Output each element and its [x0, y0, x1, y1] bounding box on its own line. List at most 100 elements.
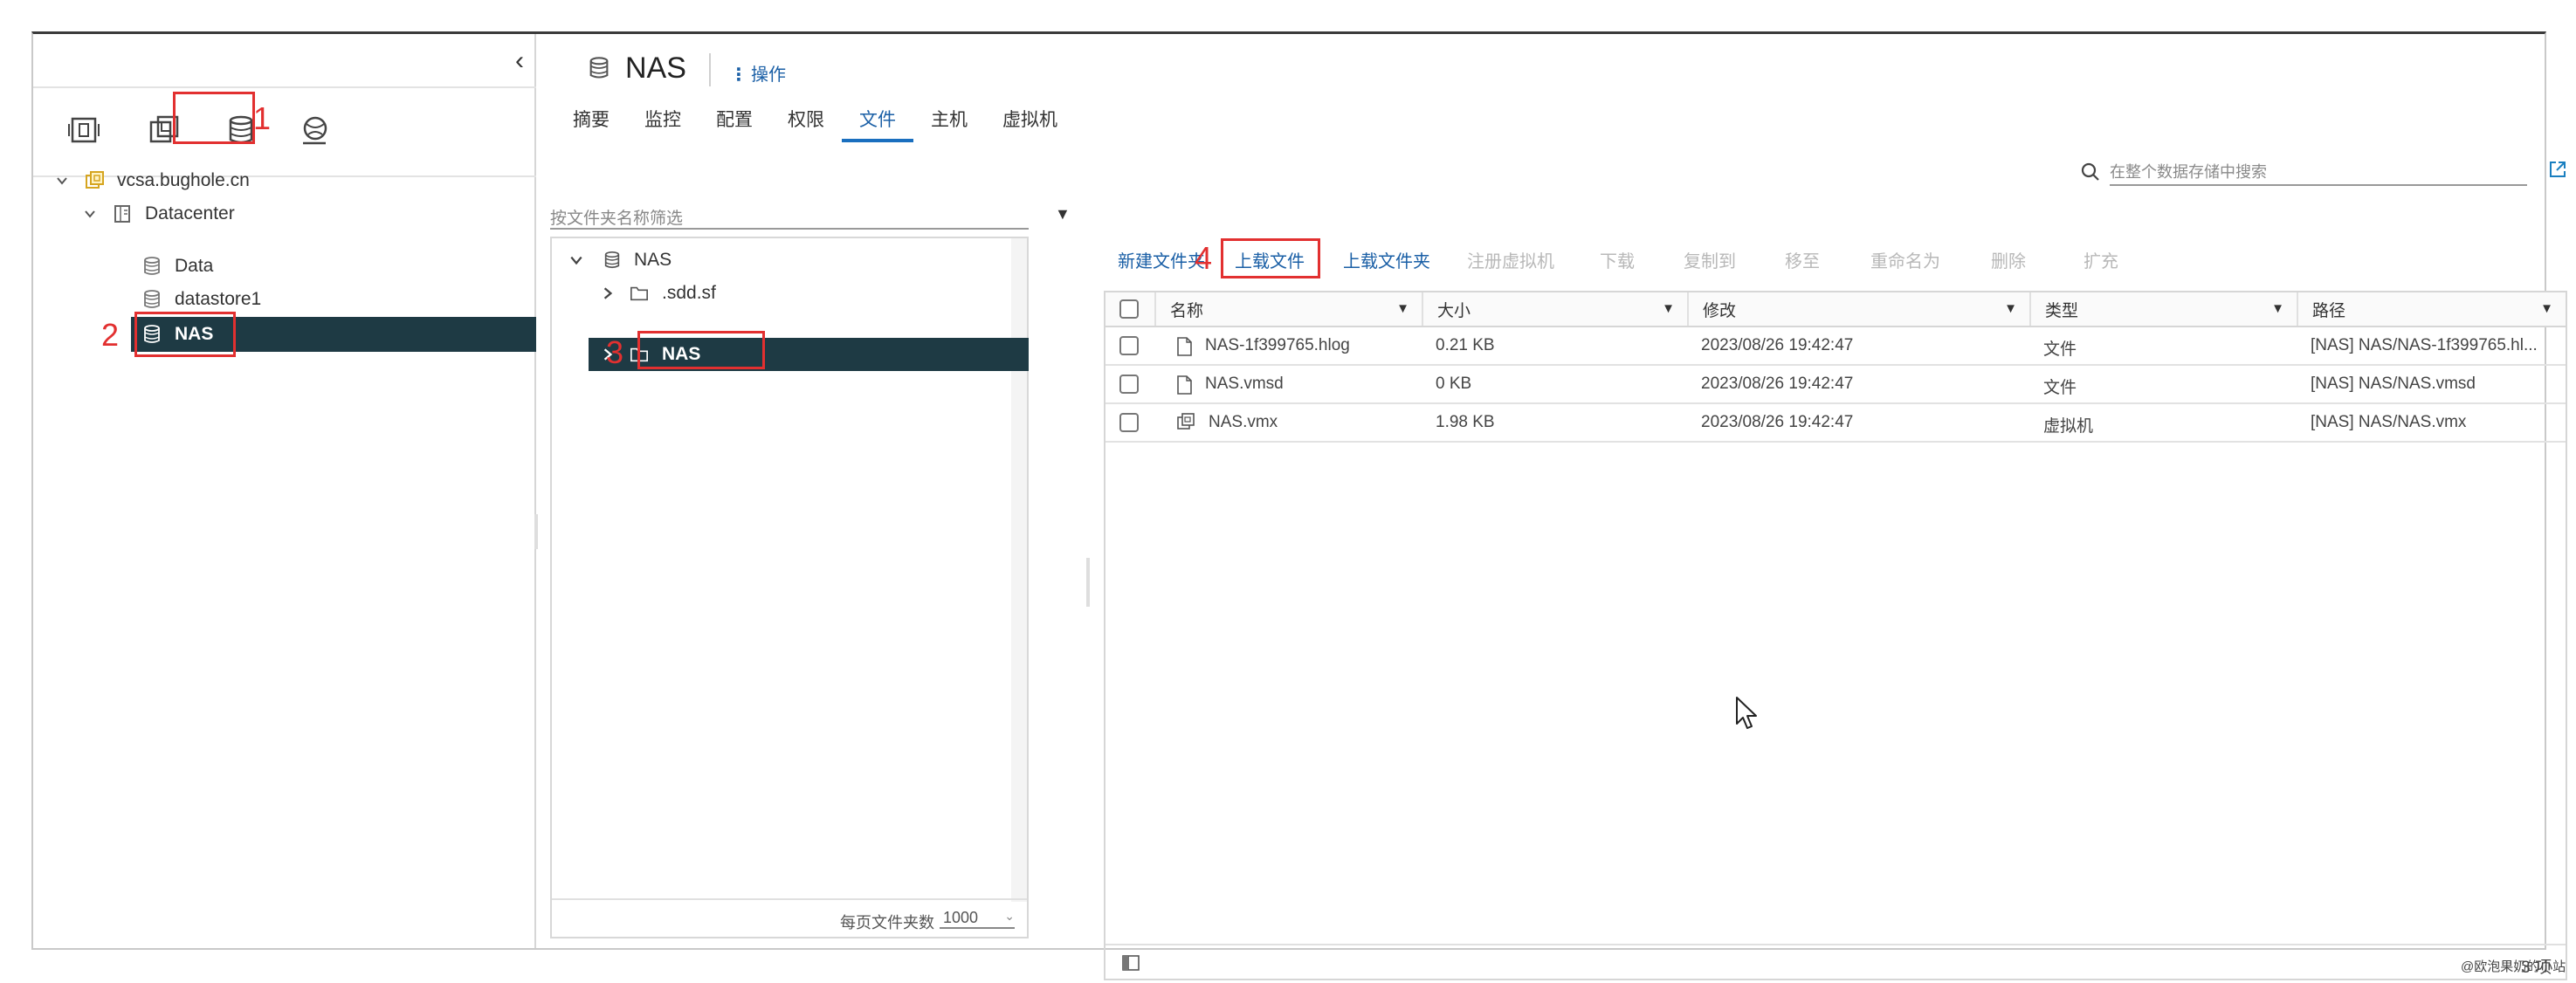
column-label: 名称	[1170, 301, 1204, 320]
vsphere-client-window: ‹ 1 vcsa.bughole.cn Datacenter Data data…	[31, 31, 2567, 980]
object-tabs: 摘要 监控 配置 权限 文件 主机 虚拟机	[555, 106, 1075, 142]
cell-name: NAS.vmx	[1209, 413, 1278, 431]
folder-node-root[interactable]: NAS	[569, 244, 672, 277]
copy-to-button[interactable]: 复制到	[1684, 247, 1736, 272]
tree-node-label: datastore1	[175, 289, 262, 309]
filter-icon[interactable]: ▼	[1396, 301, 1409, 316]
annotation-number-2: 2	[101, 317, 120, 353]
more-vertical-icon: ⋮	[730, 65, 747, 85]
table-row[interactable]: NAS.vmx 1.98 KB 2023/08/26 19:42:47 虚拟机 …	[1105, 404, 2566, 443]
cell-size: 0.21 KB	[1436, 336, 1495, 354]
column-header-path[interactable]: 路径 ▼	[2297, 292, 2566, 326]
tab-vms[interactable]: 虚拟机	[985, 106, 1075, 142]
folders-per-page-label: 每页文件夹数	[840, 914, 934, 931]
actions-label: 操作	[751, 65, 786, 85]
file-icon	[1175, 336, 1193, 361]
rename-button[interactable]: 重命名为	[1870, 247, 1940, 272]
folder-node-sdd-sf[interactable]: .sdd.sf	[601, 277, 716, 310]
filter-icon[interactable]: ▼	[1055, 205, 1071, 223]
row-checkbox[interactable]	[1119, 375, 1139, 394]
column-toggle-icon[interactable]	[1121, 954, 1140, 976]
mouse-cursor-icon	[1734, 696, 1759, 735]
inflate-button[interactable]: 扩充	[2084, 247, 2118, 272]
datastore-search-input[interactable]: 在整个数据存储中搜索	[2110, 156, 2527, 186]
chevron-down-icon[interactable]	[80, 204, 100, 223]
annotation-box-4	[1221, 238, 1320, 278]
vm-icon	[1175, 411, 1196, 437]
register-vm-button[interactable]: 注册虚拟机	[1467, 247, 1554, 272]
search-icon	[2080, 162, 2101, 187]
outer-margin	[0, 0, 31, 983]
page-title: NAS	[625, 52, 686, 85]
inventory-navigator: ‹ 1 vcsa.bughole.cn Datacenter Data data…	[33, 34, 536, 948]
networking-icon[interactable]	[293, 109, 335, 151]
actions-menu-button[interactable]: ⋮ 操作	[730, 60, 786, 86]
column-label: 修改	[1703, 301, 1737, 320]
datastore-content: NAS ⋮ 操作 摘要 监控 配置 权限 文件 主机 虚拟机 在整个数据存储中搜索…	[538, 34, 2567, 980]
row-checkbox[interactable]	[1119, 413, 1139, 432]
select-all-checkbox[interactable]	[1119, 299, 1139, 319]
chevron-down-icon: ⌄	[1004, 909, 1015, 923]
tab-monitor[interactable]: 监控	[627, 106, 699, 142]
datastore-icon	[603, 251, 622, 270]
cell-path: [NAS] NAS/NAS-1f399765.hl...	[2311, 336, 2538, 354]
chevron-right-icon[interactable]	[601, 286, 620, 300]
column-header-size[interactable]: 大小 ▼	[1422, 292, 1687, 326]
tab-summary[interactable]: 摘要	[555, 106, 627, 142]
cell-modified: 2023/08/26 19:42:47	[1701, 375, 1854, 393]
cell-type: 虚拟机	[2043, 417, 2094, 436]
column-header-name[interactable]: 名称 ▼	[1154, 292, 1422, 326]
new-folder-button[interactable]: 新建文件夹	[1118, 247, 1205, 272]
hosts-and-clusters-icon[interactable]	[63, 109, 105, 151]
cell-modified: 2023/08/26 19:42:47	[1701, 336, 1854, 354]
chevron-down-icon[interactable]	[52, 171, 72, 190]
annotation-box-1	[173, 92, 255, 144]
move-to-button[interactable]: 移至	[1785, 247, 1820, 272]
column-label: 大小	[1437, 301, 1471, 320]
annotation-number-4: 4	[1195, 240, 1213, 276]
upload-folder-button[interactable]: 上载文件夹	[1343, 247, 1430, 272]
datastore-icon	[141, 256, 162, 277]
vcenter-icon	[84, 170, 105, 191]
tab-files[interactable]: 文件	[842, 106, 913, 142]
cell-name: NAS-1f399765.hlog	[1205, 336, 1350, 354]
divider	[709, 53, 711, 86]
tree-node-datacenter[interactable]: Datacenter	[80, 196, 235, 231]
cell-size: 1.98 KB	[1436, 413, 1495, 431]
folder-pagination: 每页文件夹数 1000 ⌄	[552, 898, 1027, 937]
delete-button[interactable]: 删除	[1991, 247, 2026, 272]
grid-header: 名称 ▼ 大小 ▼ 修改 ▼ 类型 ▼ 路径 ▼	[1105, 292, 2566, 327]
table-row[interactable]: NAS-1f399765.hlog 0.21 KB 2023/08/26 19:…	[1105, 327, 2566, 366]
filter-icon[interactable]: ▼	[2540, 301, 2553, 316]
tree-node-datastore-data[interactable]: Data	[141, 249, 213, 284]
folder-filter-input[interactable]: 按文件夹名称筛选	[550, 198, 1029, 230]
file-icon	[1175, 375, 1193, 400]
folder-label: NAS	[634, 250, 672, 270]
column-header-type[interactable]: 类型 ▼	[2029, 292, 2297, 326]
row-checkbox[interactable]	[1119, 336, 1139, 355]
annotation-box-2	[134, 312, 236, 357]
filter-icon[interactable]: ▼	[1662, 301, 1675, 316]
folder-icon	[629, 284, 650, 303]
chevron-down-icon[interactable]	[569, 253, 589, 267]
divider	[33, 86, 536, 88]
pane-resize-handle[interactable]	[1086, 558, 1090, 607]
column-label: 类型	[2045, 301, 2079, 320]
tab-permissions[interactable]: 权限	[770, 106, 842, 142]
filter-icon[interactable]: ▼	[2271, 301, 2284, 316]
download-button[interactable]: 下载	[1600, 247, 1635, 272]
column-header-modified[interactable]: 修改 ▼	[1687, 292, 2029, 326]
external-link-icon[interactable]	[2548, 160, 2567, 184]
tab-configure[interactable]: 配置	[699, 106, 770, 142]
cell-type: 文件	[2043, 340, 2077, 359]
collapse-navigator-icon[interactable]: ‹	[515, 46, 524, 76]
table-row[interactable]: NAS.vmsd 0 KB 2023/08/26 19:42:47 文件 [NA…	[1105, 366, 2566, 404]
cell-path: [NAS] NAS/NAS.vmsd	[2311, 375, 2476, 393]
filter-icon[interactable]: ▼	[2004, 301, 2017, 316]
cell-modified: 2023/08/26 19:42:47	[1701, 413, 1854, 431]
tree-node-vcenter[interactable]: vcsa.bughole.cn	[52, 163, 250, 198]
annotation-number-3: 3	[606, 334, 624, 370]
tab-hosts[interactable]: 主机	[913, 106, 985, 142]
folders-per-page-value: 1000	[943, 909, 979, 926]
folders-per-page-select[interactable]: 1000 ⌄	[940, 909, 1015, 929]
